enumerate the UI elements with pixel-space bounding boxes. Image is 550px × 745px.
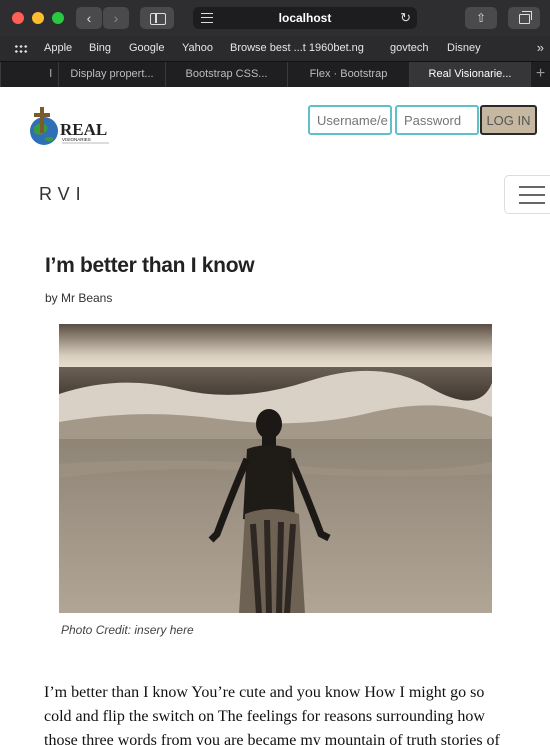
password-input[interactable]: [395, 105, 479, 135]
tab-flex-bootstrap[interactable]: Flex · Bootstrap: [287, 62, 409, 87]
zoom-window-button[interactable]: [52, 12, 64, 24]
bookmark-apple[interactable]: Apple: [44, 42, 72, 54]
address-text: localhost: [278, 11, 332, 25]
bookmark-google[interactable]: Google: [129, 42, 164, 54]
bookmark-disney[interactable]: Disney: [447, 42, 481, 54]
browser-titlebar: ‹ › localhost ↻ ⇧: [0, 0, 550, 36]
bookmark-bing[interactable]: Bing: [89, 42, 111, 54]
grid-icon[interactable]: [14, 44, 28, 54]
login-button[interactable]: LOG IN: [480, 105, 537, 135]
sidebar-toggle-button[interactable]: [140, 7, 174, 29]
bookmarks-bar: Apple Bing Google Yahoo Browse best ...t…: [0, 37, 550, 61]
new-tab-button[interactable]: +: [530, 62, 550, 87]
site-logo[interactable]: REAL VISIONARIES: [29, 107, 113, 147]
close-window-button[interactable]: [12, 12, 24, 24]
bookmark-govtech[interactable]: govtech: [390, 42, 429, 54]
tab-1[interactable]: l: [0, 62, 58, 87]
chevron-left-icon: ‹: [86, 10, 92, 26]
reader-menu-icon[interactable]: [201, 13, 213, 23]
svg-text:VISIONARIES: VISIONARIES: [62, 137, 91, 142]
post-author: by Mr Beans: [45, 291, 113, 305]
navbar-toggler-button[interactable]: [504, 175, 550, 214]
post-title: I’m better than I know: [45, 254, 255, 277]
web-page: REAL VISIONARIES LOG IN RVI I’m better t…: [0, 87, 550, 745]
forward-button[interactable]: ›: [103, 7, 129, 29]
username-input[interactable]: [308, 105, 392, 135]
tab-overview-button[interactable]: [508, 7, 540, 29]
post-body: I’m better than I know You’re cute and y…: [44, 684, 500, 745]
chevron-right-icon: ›: [113, 10, 119, 26]
post-photo: [59, 324, 492, 613]
tab-display-properties[interactable]: Display propert...: [58, 62, 165, 87]
navbar-brand[interactable]: RVI: [39, 184, 87, 205]
tab-bootstrap-css[interactable]: Bootstrap CSS...: [165, 62, 287, 87]
bookmark-yahoo[interactable]: Yahoo: [182, 42, 213, 54]
browser-chrome: ‹ › localhost ↻ ⇧ Apple Bing Google Yaho…: [0, 0, 550, 87]
back-button[interactable]: ‹: [76, 7, 102, 29]
bookmark-1960bet[interactable]: Browse best ...t 1960bet.ng: [230, 42, 364, 54]
minimize-window-button[interactable]: [32, 12, 44, 24]
address-bar[interactable]: localhost ↻: [193, 7, 417, 29]
photo-credit: Photo Credit: insery here: [61, 623, 194, 637]
share-button[interactable]: ⇧: [465, 7, 497, 29]
share-icon: ⇧: [475, 11, 487, 25]
tab-real-visionaries[interactable]: Real Visionarie...: [409, 62, 530, 87]
chevron-double-right-icon[interactable]: »: [537, 40, 544, 55]
hamburger-icon: [519, 186, 545, 188]
tab-bar: l Display propert... Bootstrap CSS... Fl…: [0, 61, 550, 87]
reload-icon[interactable]: ↻: [400, 7, 411, 29]
